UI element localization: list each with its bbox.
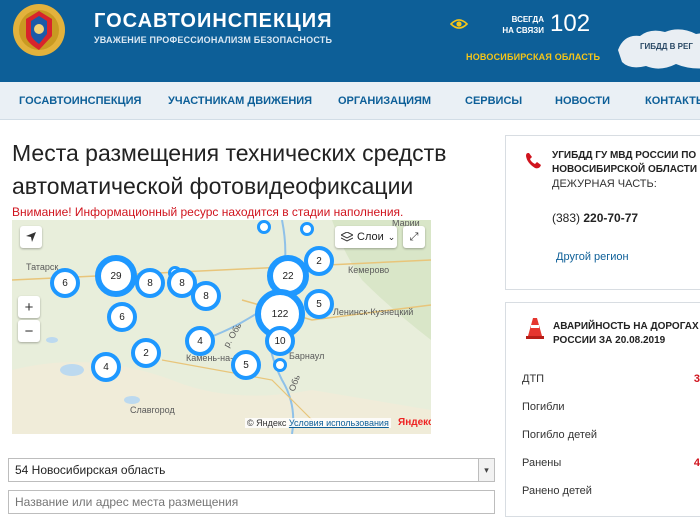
nav-item-news[interactable]: НОВОСТИ xyxy=(555,95,610,107)
accident-stats-card: АВАРИЙНОСТЬ НА ДОРОГАХ РОССИИ ЗА 20.08.2… xyxy=(505,302,700,517)
map-label-tatarsk: Татарск xyxy=(26,262,59,272)
fullscreen-button[interactable]: ⤢ xyxy=(403,226,425,248)
map-cluster[interactable]: 29 xyxy=(95,255,137,297)
stat-row-killed: Погибли xyxy=(522,401,700,413)
stat-row-injured: Ранены 4 xyxy=(522,457,700,469)
camera-map[interactable]: Татарск Кемерово Ленинск-Кузнецкий Барна… xyxy=(12,220,431,434)
stat-label: Ранено детей xyxy=(522,485,592,497)
traffic-cone-icon xyxy=(526,318,544,339)
other-region-link[interactable]: Другой регион xyxy=(556,251,629,263)
gibdd-emblem-icon[interactable] xyxy=(6,2,72,58)
warning-message: Внимание! Информационный ресурс находитс… xyxy=(12,205,404,219)
phone-icon xyxy=(526,153,541,169)
chevron-down-icon: ⌄ xyxy=(387,231,396,242)
stats-title: АВАРИЙНОСТЬ НА ДОРОГАХ РОССИИ ЗА 20.08.2… xyxy=(553,321,699,346)
stat-label: Погибли xyxy=(522,401,565,413)
map-label-slavgorod: Славгород xyxy=(130,405,175,415)
map-cluster[interactable]: 8 xyxy=(191,281,221,311)
map-cluster[interactable]: 4 xyxy=(185,326,215,356)
page-title: Места размещения технических средств авт… xyxy=(12,140,447,199)
gibdd-regions-caption[interactable]: ГИБДД В РЕГ xyxy=(640,42,693,51)
nav-item-contacts[interactable]: КОНТАКТЫ xyxy=(645,95,700,107)
map-cluster[interactable]: 8 xyxy=(135,268,165,298)
org-name: УГИБДД ГУ МВД РОССИИ ПО НОВОСИБИРСКОЙ ОБ… xyxy=(552,150,697,175)
map-copyright: © Яндекс Условия использования xyxy=(245,418,391,428)
nav-item-services[interactable]: СЕРВИСЫ xyxy=(465,95,522,107)
map-cluster[interactable]: 2 xyxy=(304,246,334,276)
contact-card: УГИБДД ГУ МВД РОССИИ ПО НОВОСИБИРСКОЙ ОБ… xyxy=(505,135,700,290)
stat-row-accidents: ДТП 3 xyxy=(522,373,700,385)
map-cluster[interactable]: 10 xyxy=(265,326,295,356)
stat-value: 4 xyxy=(693,457,700,469)
map-cluster[interactable]: 4 xyxy=(91,352,121,382)
expand-icon: ⤢ xyxy=(409,230,419,243)
contact-label-line2: НА СВЯЗИ xyxy=(502,26,544,35)
region-select-value: 54 Новосибирская область xyxy=(15,463,166,477)
nav-item-organizations[interactable]: ОРГАНИЗАЦИЯМ xyxy=(338,95,431,107)
layers-button[interactable]: Слои ⌄ xyxy=(335,226,397,248)
locate-arrow-icon xyxy=(26,232,36,242)
map-terrain xyxy=(12,220,431,434)
nav-item-traffic-participants[interactable]: УЧАСТНИКАМ ДВИЖЕНИЯ xyxy=(168,95,312,107)
layers-icon xyxy=(341,232,353,242)
stat-row-children-killed: Погибло детей xyxy=(522,429,700,441)
terms-link[interactable]: Условия использования xyxy=(289,418,389,428)
map-cluster[interactable]: 6 xyxy=(107,302,137,332)
always-in-touch-label: ВСЕГДА НА СВЯЗИ xyxy=(496,14,544,36)
chevron-down-icon[interactable]: ▾ xyxy=(478,459,494,481)
duty-label: ДЕЖУРНАЯ ЧАСТЬ: xyxy=(552,178,657,190)
phone-code: (383) xyxy=(552,211,581,225)
plus-icon: + xyxy=(24,298,34,316)
site-slogan: УВАЖЕНИЕ ПРОФЕССИОНАЛИЗМ БЕЗОПАСНОСТЬ xyxy=(94,35,333,45)
main-navigation: ГОСАВТОИНСПЕКЦИЯ УЧАСТНИКАМ ДВИЖЕНИЯ ОРГ… xyxy=(0,82,700,120)
zoom-in-button[interactable]: + xyxy=(18,296,40,318)
map-cluster[interactable]: 5 xyxy=(231,350,261,380)
geolocation-button[interactable] xyxy=(20,226,42,248)
copyright-text: © Яндекс xyxy=(247,418,287,428)
map-cluster[interactable]: 5 xyxy=(304,289,334,319)
stat-value: 3 xyxy=(693,373,700,385)
eye-icon[interactable] xyxy=(450,18,468,30)
map-pin[interactable] xyxy=(257,220,271,234)
yandex-logo[interactable]: Яндекс xyxy=(398,417,431,428)
nav-item-gosavtoinspektsiya[interactable]: ГОСАВТОИНСПЕКЦИЯ xyxy=(19,95,141,107)
duty-phone[interactable]: (383) 220-70-77 xyxy=(552,211,638,225)
map-cluster[interactable]: 2 xyxy=(131,338,161,368)
map-label-barnaul: Барнаул xyxy=(289,351,325,361)
contact-label-line1: ВСЕГДА xyxy=(511,15,544,24)
region-select[interactable]: 54 Новосибирская область ▾ xyxy=(8,458,495,482)
map-pin[interactable] xyxy=(273,358,287,372)
site-header: ГОСАВТОИНСПЕКЦИЯ УВАЖЕНИЕ ПРОФЕССИОНАЛИЗ… xyxy=(0,0,700,82)
map-pin[interactable] xyxy=(300,222,314,236)
stat-label: Ранены xyxy=(522,457,562,469)
minus-icon: − xyxy=(24,322,34,340)
emergency-number: 102 xyxy=(550,10,591,37)
phone-number: 220-70-77 xyxy=(583,211,639,225)
stat-row-children-injured: Ранено детей xyxy=(522,485,700,497)
zoom-out-button[interactable]: − xyxy=(18,320,40,342)
map-cluster[interactable]: 6 xyxy=(50,268,80,298)
layers-label: Слои xyxy=(357,231,384,243)
stat-label: Погибло детей xyxy=(522,429,598,441)
place-search-input[interactable] xyxy=(8,490,495,514)
map-label-leninsk: Ленинск-Кузнецкий xyxy=(333,307,414,317)
stat-label: ДТП xyxy=(522,373,545,385)
site-title[interactable]: ГОСАВТОИНСПЕКЦИЯ xyxy=(94,10,333,33)
region-selector[interactable]: НОВОСИБИРСКАЯ ОБЛАСТЬ xyxy=(466,52,600,62)
map-label-kemerovo: Кемерово xyxy=(348,265,390,275)
